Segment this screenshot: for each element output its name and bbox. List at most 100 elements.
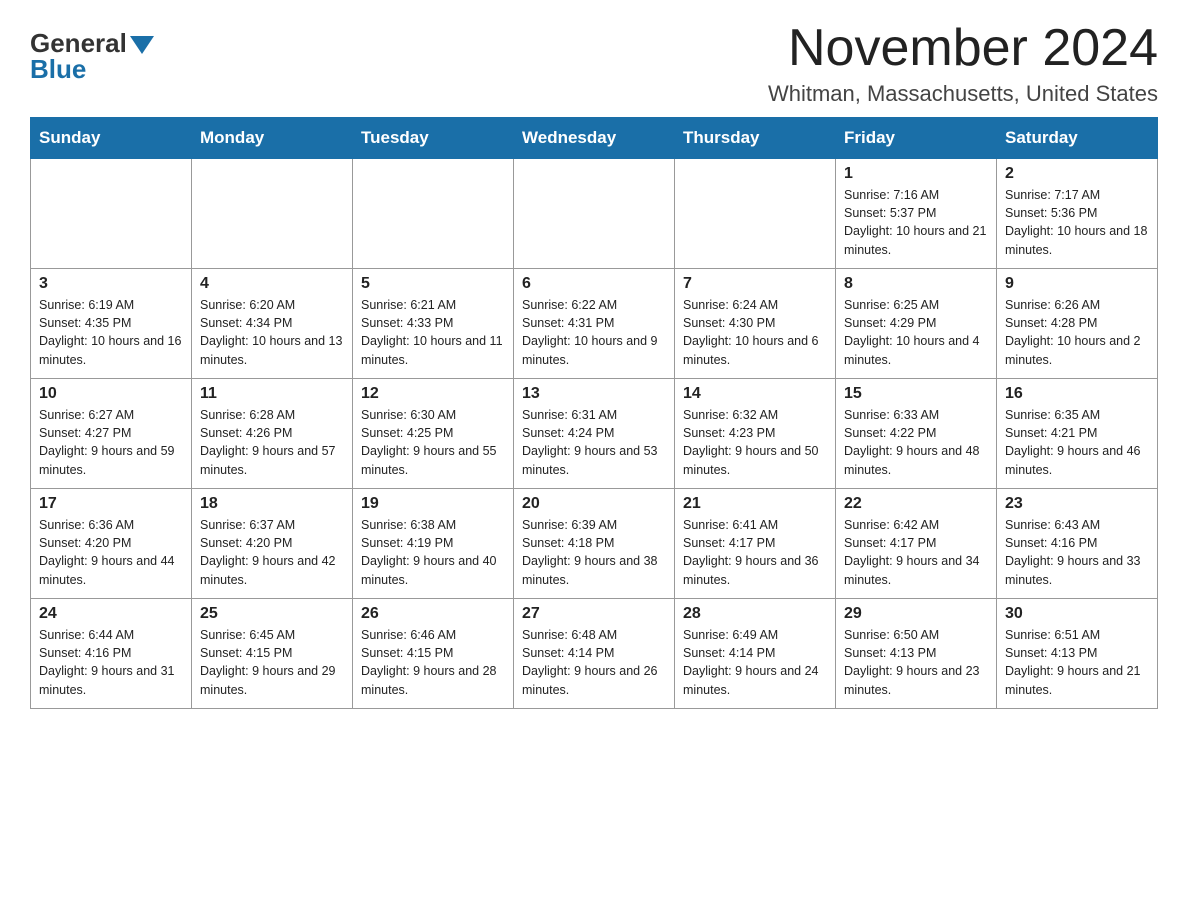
calendar-cell bbox=[353, 159, 514, 269]
day-info: Sunrise: 6:33 AM Sunset: 4:22 PM Dayligh… bbox=[844, 406, 988, 479]
day-number: 27 bbox=[522, 605, 666, 623]
weekday-header-thursday: Thursday bbox=[675, 118, 836, 159]
day-number: 28 bbox=[683, 605, 827, 623]
logo: General Blue bbox=[30, 30, 154, 82]
calendar-cell: 19 Sunrise: 6:38 AM Sunset: 4:19 PM Dayli… bbox=[353, 489, 514, 599]
weekday-header-wednesday: Wednesday bbox=[514, 118, 675, 159]
day-number: 6 bbox=[522, 275, 666, 293]
day-number: 15 bbox=[844, 385, 988, 403]
day-info: Sunrise: 6:41 AM Sunset: 4:17 PM Dayligh… bbox=[683, 516, 827, 589]
day-info: Sunrise: 6:42 AM Sunset: 4:17 PM Dayligh… bbox=[844, 516, 988, 589]
calendar-cell: 23Sunrise: 6:43 AM Sunset: 4:16 PM Dayli… bbox=[997, 489, 1158, 599]
calendar-cell: 20 Sunrise: 6:39 AM Sunset: 4:18 PM Dayli… bbox=[514, 489, 675, 599]
day-info: Sunrise: 6:38 AM Sunset: 4:19 PM Dayligh… bbox=[361, 516, 505, 589]
day-number: 8 bbox=[844, 275, 988, 293]
calendar-cell: 26Sunrise: 6:46 AM Sunset: 4:15 PM Dayli… bbox=[353, 599, 514, 709]
day-info: Sunrise: 6:37 AM Sunset: 4:20 PM Dayligh… bbox=[200, 516, 344, 589]
calendar-cell: 15 Sunrise: 6:33 AM Sunset: 4:22 PM Dayli… bbox=[836, 379, 997, 489]
day-number: 2 bbox=[1005, 165, 1149, 183]
day-info: Sunrise: 6:31 AM Sunset: 4:24 PM Dayligh… bbox=[522, 406, 666, 479]
calendar-cell: 24 Sunrise: 6:44 AM Sunset: 4:16 PM Dayli… bbox=[31, 599, 192, 709]
day-number: 22 bbox=[844, 495, 988, 513]
calendar-body: 1Sunrise: 7:16 AM Sunset: 5:37 PM Daylig… bbox=[31, 159, 1158, 709]
day-info: Sunrise: 6:44 AM Sunset: 4:16 PM Dayligh… bbox=[39, 626, 183, 699]
weekday-header-tuesday: Tuesday bbox=[353, 118, 514, 159]
calendar-cell: 2 Sunrise: 7:17 AM Sunset: 5:36 PM Daylig… bbox=[997, 159, 1158, 269]
day-number: 18 bbox=[200, 495, 344, 513]
weekday-header-row: SundayMondayTuesdayWednesdayThursdayFrid… bbox=[31, 118, 1158, 159]
calendar-cell: 27 Sunrise: 6:48 AM Sunset: 4:14 PM Dayli… bbox=[514, 599, 675, 709]
week-row-3: 10Sunrise: 6:27 AM Sunset: 4:27 PM Dayli… bbox=[31, 379, 1158, 489]
day-info: Sunrise: 6:30 AM Sunset: 4:25 PM Dayligh… bbox=[361, 406, 505, 479]
week-row-4: 17Sunrise: 6:36 AM Sunset: 4:20 PM Dayli… bbox=[31, 489, 1158, 599]
calendar-cell bbox=[675, 159, 836, 269]
calendar-cell bbox=[514, 159, 675, 269]
day-number: 30 bbox=[1005, 605, 1149, 623]
day-number: 1 bbox=[844, 165, 988, 183]
day-number: 26 bbox=[361, 605, 505, 623]
day-number: 21 bbox=[683, 495, 827, 513]
calendar-cell: 25 Sunrise: 6:45 AM Sunset: 4:15 PM Dayli… bbox=[192, 599, 353, 709]
calendar-cell: 6 Sunrise: 6:22 AM Sunset: 4:31 PM Daylig… bbox=[514, 269, 675, 379]
day-info: Sunrise: 6:22 AM Sunset: 4:31 PM Dayligh… bbox=[522, 296, 666, 369]
day-number: 3 bbox=[39, 275, 183, 293]
calendar-cell: 30 Sunrise: 6:51 AM Sunset: 4:13 PM Dayli… bbox=[997, 599, 1158, 709]
calendar-cell: 8 Sunrise: 6:25 AM Sunset: 4:29 PM Daylig… bbox=[836, 269, 997, 379]
day-number: 25 bbox=[200, 605, 344, 623]
day-number: 19 bbox=[361, 495, 505, 513]
calendar-cell: 13 Sunrise: 6:31 AM Sunset: 4:24 PM Dayli… bbox=[514, 379, 675, 489]
day-info: Sunrise: 6:21 AM Sunset: 4:33 PM Dayligh… bbox=[361, 296, 505, 369]
day-info: Sunrise: 6:39 AM Sunset: 4:18 PM Dayligh… bbox=[522, 516, 666, 589]
calendar-cell: 14 Sunrise: 6:32 AM Sunset: 4:23 PM Dayli… bbox=[675, 379, 836, 489]
calendar-table: SundayMondayTuesdayWednesdayThursdayFrid… bbox=[30, 117, 1158, 709]
day-number: 17 bbox=[39, 495, 183, 513]
calendar-cell: 10Sunrise: 6:27 AM Sunset: 4:27 PM Dayli… bbox=[31, 379, 192, 489]
calendar-cell: 3 Sunrise: 6:19 AM Sunset: 4:35 PM Daylig… bbox=[31, 269, 192, 379]
calendar-cell: 29Sunrise: 6:50 AM Sunset: 4:13 PM Dayli… bbox=[836, 599, 997, 709]
day-info: Sunrise: 6:24 AM Sunset: 4:30 PM Dayligh… bbox=[683, 296, 827, 369]
day-info: Sunrise: 6:48 AM Sunset: 4:14 PM Dayligh… bbox=[522, 626, 666, 699]
page-header: General Blue November 2024 Whitman, Mass… bbox=[30, 20, 1158, 107]
day-number: 16 bbox=[1005, 385, 1149, 403]
calendar-cell: 12Sunrise: 6:30 AM Sunset: 4:25 PM Dayli… bbox=[353, 379, 514, 489]
calendar-cell: 16 Sunrise: 6:35 AM Sunset: 4:21 PM Dayli… bbox=[997, 379, 1158, 489]
day-number: 4 bbox=[200, 275, 344, 293]
month-title: November 2024 bbox=[768, 20, 1158, 77]
day-info: Sunrise: 6:51 AM Sunset: 4:13 PM Dayligh… bbox=[1005, 626, 1149, 699]
day-number: 5 bbox=[361, 275, 505, 293]
logo-blue-text: Blue bbox=[30, 56, 86, 82]
day-info: Sunrise: 6:45 AM Sunset: 4:15 PM Dayligh… bbox=[200, 626, 344, 699]
weekday-header-saturday: Saturday bbox=[997, 118, 1158, 159]
week-row-5: 24 Sunrise: 6:44 AM Sunset: 4:16 PM Dayli… bbox=[31, 599, 1158, 709]
day-info: Sunrise: 6:26 AM Sunset: 4:28 PM Dayligh… bbox=[1005, 296, 1149, 369]
calendar-cell: 1Sunrise: 7:16 AM Sunset: 5:37 PM Daylig… bbox=[836, 159, 997, 269]
day-info: Sunrise: 6:20 AM Sunset: 4:34 PM Dayligh… bbox=[200, 296, 344, 369]
weekday-header-friday: Friday bbox=[836, 118, 997, 159]
calendar-cell: 28Sunrise: 6:49 AM Sunset: 4:14 PM Dayli… bbox=[675, 599, 836, 709]
title-area: November 2024 Whitman, Massachusetts, Un… bbox=[768, 20, 1158, 107]
day-info: Sunrise: 6:43 AM Sunset: 4:16 PM Dayligh… bbox=[1005, 516, 1149, 589]
day-number: 11 bbox=[200, 385, 344, 403]
calendar-header: SundayMondayTuesdayWednesdayThursdayFrid… bbox=[31, 118, 1158, 159]
day-info: Sunrise: 6:28 AM Sunset: 4:26 PM Dayligh… bbox=[200, 406, 344, 479]
calendar-cell: 4 Sunrise: 6:20 AM Sunset: 4:34 PM Daylig… bbox=[192, 269, 353, 379]
calendar-cell: 11 Sunrise: 6:28 AM Sunset: 4:26 PM Dayli… bbox=[192, 379, 353, 489]
day-info: Sunrise: 6:50 AM Sunset: 4:13 PM Dayligh… bbox=[844, 626, 988, 699]
calendar-cell: 5 Sunrise: 6:21 AM Sunset: 4:33 PM Daylig… bbox=[353, 269, 514, 379]
day-info: Sunrise: 7:17 AM Sunset: 5:36 PM Dayligh… bbox=[1005, 186, 1149, 259]
day-info: Sunrise: 6:19 AM Sunset: 4:35 PM Dayligh… bbox=[39, 296, 183, 369]
day-info: Sunrise: 6:35 AM Sunset: 4:21 PM Dayligh… bbox=[1005, 406, 1149, 479]
day-info: Sunrise: 6:32 AM Sunset: 4:23 PM Dayligh… bbox=[683, 406, 827, 479]
logo-general-text: General bbox=[30, 30, 127, 56]
day-number: 13 bbox=[522, 385, 666, 403]
day-number: 14 bbox=[683, 385, 827, 403]
day-number: 24 bbox=[39, 605, 183, 623]
day-info: Sunrise: 6:27 AM Sunset: 4:27 PM Dayligh… bbox=[39, 406, 183, 479]
day-number: 20 bbox=[522, 495, 666, 513]
day-info: Sunrise: 6:25 AM Sunset: 4:29 PM Dayligh… bbox=[844, 296, 988, 369]
calendar-cell: 9Sunrise: 6:26 AM Sunset: 4:28 PM Daylig… bbox=[997, 269, 1158, 379]
week-row-2: 3 Sunrise: 6:19 AM Sunset: 4:35 PM Daylig… bbox=[31, 269, 1158, 379]
calendar-cell bbox=[31, 159, 192, 269]
calendar-cell bbox=[192, 159, 353, 269]
day-number: 7 bbox=[683, 275, 827, 293]
